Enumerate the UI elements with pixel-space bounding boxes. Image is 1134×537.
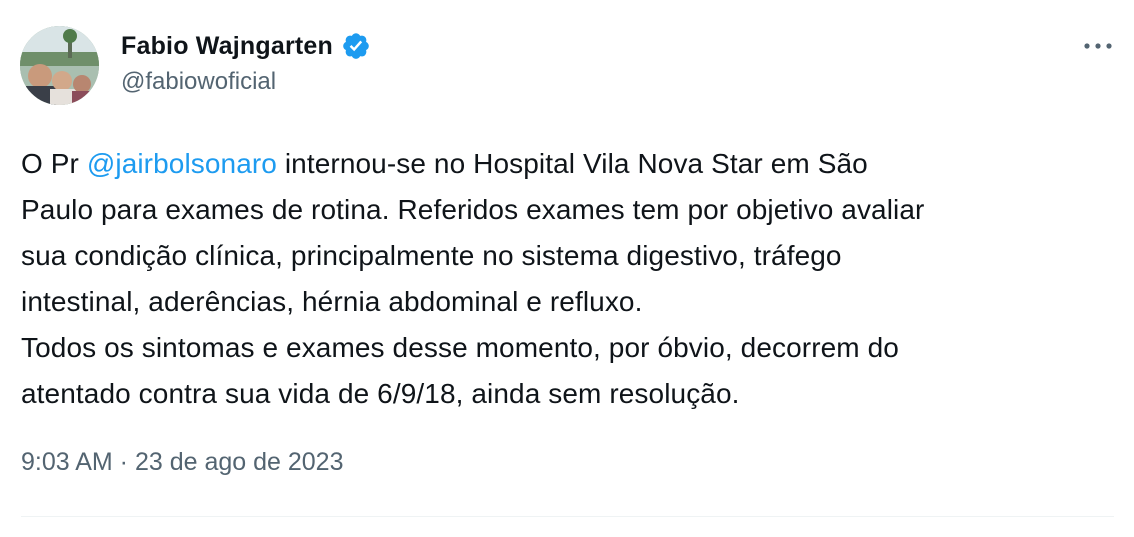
verified-badge-icon <box>341 31 371 61</box>
tweet-text: O Pr @jairbolsonaro internou-se no Hospi… <box>21 141 1116 417</box>
tweet-card: Fabio Wajngarten @fabiowoficial O Pr @ja… <box>0 0 1134 537</box>
tweet-line-2: Paulo para exames de rotina. Referidos e… <box>21 194 925 225</box>
tweet-line-5: Todos os sintomas e exames desse momento… <box>21 332 899 363</box>
tweet-time-link[interactable]: 9:03 AM · 23 de ago de 2023 <box>21 448 344 476</box>
timestamp-separator: · <box>112 448 135 476</box>
tweet-timestamp: 9:03 AM · 23 de ago de 2023 <box>21 448 344 477</box>
name-row: Fabio Wajngarten <box>121 28 371 64</box>
author-block: Fabio Wajngarten @fabiowoficial <box>121 28 371 96</box>
tweet-date: 23 de ago de 2023 <box>134 448 344 476</box>
divider <box>21 516 1114 517</box>
mention-link[interactable]: @jairbolsonaro <box>87 148 277 179</box>
avatar[interactable] <box>20 26 99 105</box>
tweet-time: 9:03 AM <box>21 448 113 476</box>
tweet-line-1-prefix: O Pr <box>21 148 87 179</box>
tweet-line-1-suffix: internou-se no Hospital Vila Nova Star e… <box>276 148 868 179</box>
more-options-button[interactable] <box>1080 34 1116 58</box>
more-horizontal-icon <box>1084 43 1112 49</box>
tweet-line-4: intestinal, aderências, hérnia abdominal… <box>21 286 643 317</box>
handle[interactable]: @fabiowoficial <box>121 68 371 96</box>
display-name[interactable]: Fabio Wajngarten <box>121 32 333 61</box>
avatar-photo <box>20 26 99 105</box>
tweet-line-1: O Pr @jairbolsonaro internou-se no Hospi… <box>21 141 1116 187</box>
tweet-line-3: sua condição clínica, principalmente no … <box>21 240 842 271</box>
tweet-line-6: atentado contra sua vida de 6/9/18, aind… <box>21 378 740 409</box>
